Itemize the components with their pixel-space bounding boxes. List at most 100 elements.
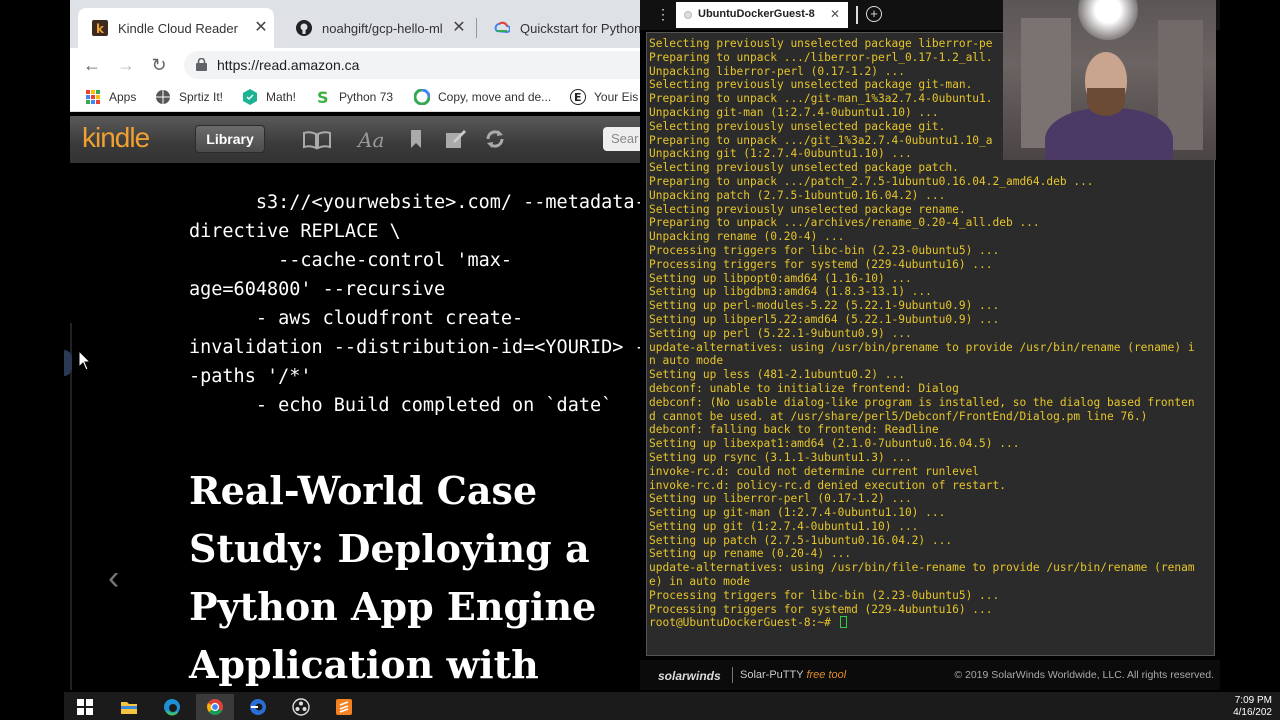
forward-arrow-icon[interactable]: → [114,53,138,77]
bookmark-python-73[interactable]: S Python 73 [315,88,393,106]
svg-text:k: k [96,22,105,36]
kindle-logo: kindle [82,122,150,153]
bookmark-icon[interactable] [410,129,422,151]
code-line: s3://<yourwebsite>.com/ --metadata- [189,192,640,213]
library-button[interactable]: Library [195,125,265,153]
obs-icon[interactable] [282,694,320,720]
code-line: - echo Build completed on `date` [189,395,613,416]
bookmark-apps[interactable]: Apps [85,88,136,106]
bookmark-copy-move[interactable]: Copy, move and de... [414,88,551,106]
close-tab-icon[interactable]: ✕ [252,19,270,37]
session-status-icon [684,11,692,19]
close-tab-icon[interactable]: ✕ [450,19,468,37]
bookmarks-bar: Apps Sprtiz It! Math! S Python 73 Copy, … [70,82,640,112]
tab-separator [476,18,477,38]
terminal-line: Setting up liberror-perl (0.17-1.2) ... [649,492,912,506]
font-settings-icon[interactable]: Aa [358,129,384,151]
tab-title: Kindle Cloud Reader [118,20,238,36]
menu-kebab-icon[interactable]: ⋮ [656,7,670,21]
terminal-line: Setting up git (1:2.7.4-0ubuntu1.10) ... [649,519,919,533]
system-clock[interactable]: 7:09 PM 4/16/202 [1233,695,1272,719]
back-arrow-icon[interactable]: ← [80,53,104,77]
bookmark-label: Python 73 [339,90,394,104]
s-logo-icon: S [317,89,329,105]
edge-dev-icon[interactable] [239,694,277,720]
tab-kindle-cloud-reader[interactable]: k Kindle Cloud Reader ✕ [78,8,274,48]
url-omnibox[interactable]: https://read.amazon.ca [184,51,640,79]
terminal-line: Setting up libgdbm3:amd64 (1.8.3-13.1) .… [649,285,932,299]
terminal-line: d cannot be used. at /usr/share/perl5/De… [649,409,1148,423]
windows-taskbar: 7:09 PM 4/16/202 [64,692,1280,720]
session-tab-title: UbuntuDockerGuest-8 [698,8,815,20]
terminal-line: Processing triggers for systemd (229-4ub… [649,257,993,271]
section-heading-line: Study: Deploying a [189,526,590,571]
bookmark-your-eis[interactable]: E Your Eis [570,88,638,106]
bookmark-label: Apps [109,90,137,104]
copyright-text: © 2019 SolarWinds Worldwide, LLC. All ri… [954,669,1214,681]
book-open-icon[interactable] [302,129,332,151]
bookmark-label: Math! [266,90,297,104]
terminal-line: debconf: unable to initialize frontend: … [649,381,959,395]
bookmark-sprtiz-it[interactable]: Sprtiz It! [155,88,223,106]
apps-grid-icon [86,90,100,104]
close-session-icon[interactable]: ✕ [830,7,840,21]
tab-gcp-hello-ml[interactable]: noahgift/gcp-hello-ml ✕ [282,8,472,48]
url-text: https://read.amazon.ca [217,57,360,73]
bookmark-math[interactable]: Math! [242,88,296,106]
sublime-icon[interactable] [325,694,363,720]
terminal-line: Unpacking patch (2.7.5-1ubuntu0.16.04.2)… [649,188,946,202]
terminal-line: invoke-rc.d: could not determine current… [649,464,980,478]
terminal-line: Unpacking rename (0.20-4) ... [649,230,845,244]
clock-time: 7:09 PM [1234,695,1272,706]
code-line: directive REPLACE \ [189,221,401,242]
terminal-line: Selecting previously unselected package … [649,202,966,216]
edge-icon[interactable] [153,694,191,720]
new-session-plus-icon[interactable]: + [866,6,882,22]
terminal-line: Setting up perl-modules-5.22 (5.22.1-9ub… [649,299,1000,313]
code-line: -paths '/*' [189,366,312,387]
windows-start-icon[interactable] [66,694,104,720]
address-bar: ← → ↻ https://read.amazon.ca [70,48,640,82]
globe-icon [156,90,170,104]
code-line: invalidation --distribution-id=<YOURID> … [189,337,640,358]
putty-footer: solarwinds Solar-PuTTY free tool © 2019 … [640,660,1220,690]
section-heading-line: Real-World Case [189,468,538,513]
webcam-ceiling-light [1078,0,1138,40]
previous-page-chevron-icon[interactable]: ‹ [108,559,119,598]
terminal-line: Setting up git-man (1:2.7.4-0ubuntu1.10)… [649,506,946,520]
reload-icon[interactable]: ↻ [147,53,171,77]
code-line: age=604800' --recursive [189,279,446,300]
screen-edge-handle [64,350,72,376]
terminal-line: Selecting previously unselected package … [649,161,959,175]
product-label: Solar-PuTTY free tool [740,669,846,681]
kindle-search-input[interactable]: Sear [603,127,640,151]
chrome-icon[interactable] [196,694,234,720]
terminal-line: update-alternatives: using /usr/bin/pren… [649,340,1195,354]
solarwinds-logo: solarwinds [658,669,721,683]
session-tab[interactable]: UbuntuDockerGuest-8 ✕ [676,2,848,28]
tab-quickstart-python[interactable]: Quickstart for Python 3 [480,8,640,48]
bookmark-label: Copy, move and de... [438,90,552,104]
terminal-line: Setting up libperl5.22:amd64 (5.22.1-9ub… [649,312,1000,326]
terminal-line: Preparing to unpack .../patch_2.7.5-1ubu… [649,174,1094,188]
terminal-line: Processing triggers for libc-bin (2.23-0… [649,588,1000,602]
sync-icon[interactable] [484,129,506,151]
notes-icon[interactable] [445,129,467,151]
terminal-line: Setting up libexpat1:amd64 (2.1.0-7ubunt… [649,437,1020,451]
section-heading-line: Application with [189,642,539,687]
terminal-line: Setting up libpopt0:amd64 (1.16-10) ... [649,271,912,285]
google-cloud-icon [494,21,510,34]
file-explorer-icon[interactable] [110,694,148,720]
terminal-line: update-alternatives: using /usr/bin/file… [649,561,1195,575]
footer-separator [732,667,733,683]
hexagon-icon [243,89,257,105]
bookmark-label: Your Eis [594,90,639,104]
terminal-line: Setting up rsync (3.1.1-3ubuntu1.3) ... [649,450,912,464]
free-tool-label: free tool [806,669,847,681]
tab-separator [856,6,858,24]
clock-date: 4/16/202 [1233,707,1272,718]
terminal-line: Processing triggers for systemd (229-4ub… [649,602,993,616]
terminal-line: Setting up rename (0.20-4) ... [649,547,852,561]
terminal-prompt-line[interactable]: root@UbuntuDockerGuest-8:~# [649,616,1195,630]
chrome-window: k Kindle Cloud Reader ✕ noahgift/gcp-hel… [70,0,640,690]
